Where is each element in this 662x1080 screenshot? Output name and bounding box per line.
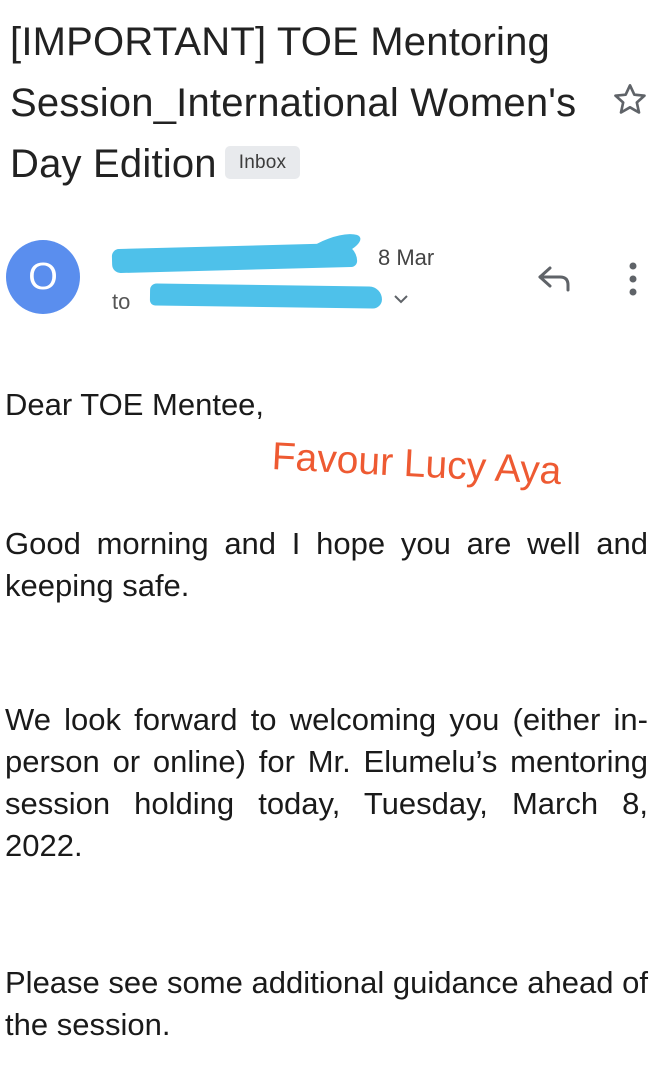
sender-avatar[interactable]: O	[6, 240, 80, 314]
body-paragraph: Please see some additional guidance ahea…	[5, 965, 648, 1042]
reply-icon[interactable]	[534, 260, 576, 296]
chevron-down-icon[interactable]	[392, 292, 410, 306]
body-paragraph: We look forward to welcoming you (either…	[5, 702, 648, 863]
body-paragraph: Good morning and I hope you are well and…	[5, 526, 648, 603]
more-vert-icon[interactable]	[624, 260, 642, 300]
email-subject: [IMPORTANT] TOE Mentoring Session_Intern…	[10, 12, 600, 195]
inbox-label-badge[interactable]: Inbox	[224, 145, 301, 179]
email-date: 8 Mar	[378, 245, 435, 270]
star-icon[interactable]	[610, 80, 650, 120]
recipient-prefix: to	[112, 289, 131, 314]
watermark-name: Favour Lucy Aya	[270, 435, 563, 494]
recipient-redaction	[149, 283, 383, 309]
email-greeting: Dear TOE Mentee,	[5, 387, 265, 422]
sender-name-redacted[interactable]	[111, 228, 364, 276]
